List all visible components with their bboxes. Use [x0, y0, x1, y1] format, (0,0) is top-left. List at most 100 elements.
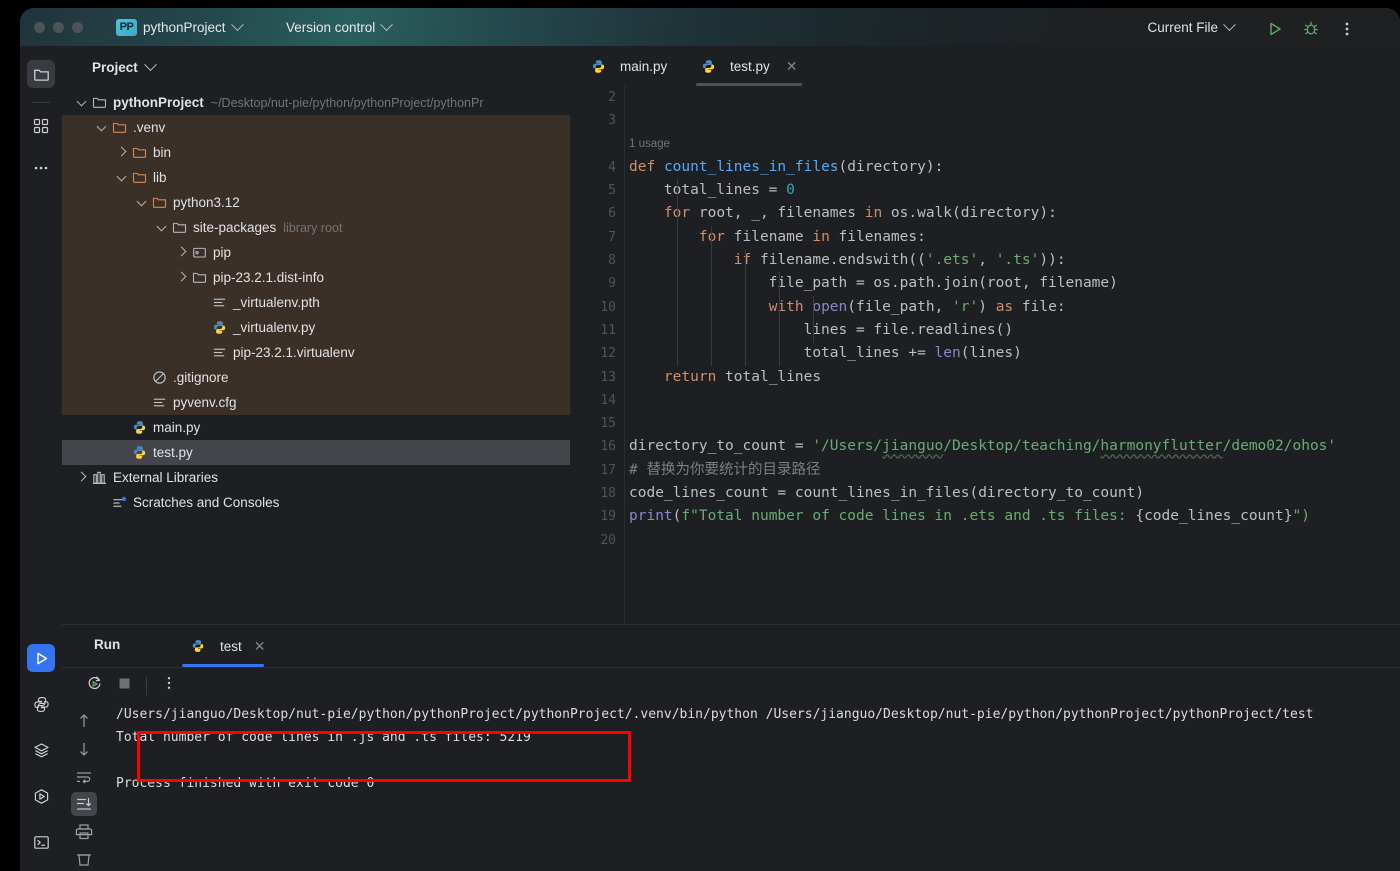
console-line: Process finished with exit code 0	[116, 776, 375, 791]
tree-item-label: External Libraries	[113, 470, 219, 485]
sidebar-item-python-packages[interactable]	[27, 690, 55, 718]
project-name-menu[interactable]: pythonProject	[143, 18, 244, 36]
tree-item--venv[interactable]: .venv	[62, 115, 570, 140]
text-file-icon	[211, 295, 227, 311]
scroll-down-icon[interactable]	[71, 737, 97, 761]
rail-divider	[32, 102, 50, 103]
sidebar-item-project[interactable]	[27, 60, 55, 88]
chevron-right-icon[interactable]	[176, 272, 187, 283]
chevron-down-icon[interactable]	[156, 222, 167, 233]
console-output[interactable]: /Users/jianguo/Desktop/nut-pie/python/py…	[106, 703, 1400, 871]
soft-wrap-icon[interactable]	[71, 765, 97, 789]
tree-spacer	[196, 347, 207, 358]
line-number: 5	[608, 183, 616, 199]
code-line: for root, _, filenames in os.walk(direct…	[664, 205, 1057, 222]
more-options-icon[interactable]	[1338, 20, 1356, 38]
stop-icon[interactable]	[117, 676, 132, 696]
chevron-down-icon[interactable]	[76, 97, 87, 108]
tree-item-pip-23-2-1-dist-info[interactable]: pip-23.2.1.dist-info	[62, 265, 570, 290]
tree-item-pip-23-2-1-virtualenv[interactable]: pip-23.2.1.virtualenv	[62, 340, 570, 365]
title-bar: PP pythonProject Version control Current…	[20, 8, 1400, 46]
print-icon[interactable]	[71, 820, 97, 844]
code-line: def count_lines_in_files(directory):	[629, 158, 944, 175]
tree-spacer	[136, 372, 147, 383]
run-configuration-label: Current File	[1147, 20, 1218, 35]
package-folder-icon	[191, 245, 207, 261]
tree-item-pythonproject[interactable]: pythonProject ~/Desktop/nut-pie/python/py…	[62, 90, 570, 115]
tree-item-label: .gitignore	[173, 370, 229, 385]
run-configuration-selector[interactable]: Current File	[1147, 18, 1236, 36]
clear-all-icon[interactable]	[71, 848, 97, 871]
sidebar-item-terminal[interactable]	[27, 828, 55, 856]
tree-item--gitignore[interactable]: .gitignore	[62, 365, 570, 390]
sidebar-item-services[interactable]	[27, 736, 55, 764]
more-options-icon[interactable]	[161, 675, 177, 696]
code-line: code_lines_count = count_lines_in_files(…	[629, 485, 1145, 502]
tree-item-scratches-and-consoles[interactable]: Scratches and Consoles	[62, 490, 570, 515]
chevron-down-icon	[380, 18, 394, 32]
line-number: 12	[600, 346, 616, 362]
project-panel-header[interactable]: Project	[62, 46, 570, 88]
editor-tab-label: test.py	[730, 58, 770, 74]
tree-item-label: test.py	[153, 445, 193, 460]
chevron-right-icon[interactable]	[76, 472, 87, 483]
line-number: 4	[608, 159, 616, 175]
minimize-window-button[interactable]	[53, 22, 64, 33]
chevron-down-icon[interactable]	[136, 197, 147, 208]
close-icon[interactable]: ✕	[254, 638, 266, 655]
tree-item-label: pyvenv.cfg	[173, 395, 237, 410]
python-file-icon	[131, 420, 147, 436]
scroll-up-icon[interactable]	[71, 709, 97, 733]
line-number: 3	[608, 113, 616, 129]
tree-item-note: ~/Desktop/nut-pie/python/pythonProject/p…	[210, 95, 484, 110]
debug-icon[interactable]	[1302, 20, 1320, 38]
tree-item-lib[interactable]: lib	[62, 165, 570, 190]
tree-item-label: bin	[153, 145, 172, 160]
close-window-button[interactable]	[34, 22, 45, 33]
folder-icon	[171, 220, 187, 236]
tree-item-bin[interactable]: bin	[62, 140, 570, 165]
chevron-down-icon[interactable]	[96, 122, 107, 133]
maximize-window-button[interactable]	[72, 22, 83, 33]
version-control-menu[interactable]: Version control	[286, 18, 394, 36]
sidebar-item-run[interactable]	[27, 644, 55, 672]
editor-tab-test-py[interactable]: test.py ✕	[688, 46, 810, 86]
tree-item-python3-12[interactable]: python3.12	[62, 190, 570, 215]
activity-rail	[20, 46, 62, 871]
tree-item-label: lib	[153, 170, 167, 185]
sidebar-item-structure[interactable]	[27, 112, 55, 140]
window-traffic-lights[interactable]	[34, 22, 83, 33]
tree-item--virtualenv-py[interactable]: _virtualenv.py	[62, 315, 570, 340]
project-tool-window: Project pythonProject ~/Desktop/nut-pie/p…	[62, 46, 570, 624]
code-lines: 1 usage def count_lines_in_files(director…	[625, 86, 1400, 552]
tree-item-external-libraries[interactable]: External Libraries	[62, 465, 570, 490]
chevron-right-icon[interactable]	[176, 247, 187, 258]
run-tab-test[interactable]: test ✕	[180, 625, 276, 667]
code-line: file_path = os.path.join(root, filename)	[629, 275, 1118, 292]
tree-item-pip[interactable]: pip	[62, 240, 570, 265]
editor-tab-bar[interactable]: main.py test.py ✕	[570, 46, 1400, 86]
tree-spacer	[116, 447, 127, 458]
chevron-down-icon[interactable]	[116, 172, 127, 183]
project-name-label: pythonProject	[143, 20, 226, 35]
code-editor[interactable]: 2 3 4 5 6 7 8 9 10 11 12 13 14 15 16 17 18 19 20 1 usage d…	[570, 86, 1400, 624]
tree-item-test-py[interactable]: test.py	[62, 440, 570, 465]
tree-item--virtualenv-pth[interactable]: _virtualenv.pth	[62, 290, 570, 315]
tree-spacer	[196, 297, 207, 308]
project-tree[interactable]: pythonProject ~/Desktop/nut-pie/python/py…	[62, 90, 570, 515]
code-content[interactable]: 1 usage def count_lines_in_files(director…	[624, 86, 1400, 624]
editor-tab-main-py[interactable]: main.py	[578, 46, 679, 86]
sidebar-item-run-anything[interactable]	[27, 782, 55, 810]
tree-item-pyvenv-cfg[interactable]: pyvenv.cfg	[62, 390, 570, 415]
rerun-icon[interactable]	[86, 675, 103, 697]
tree-item-main-py[interactable]: main.py	[62, 415, 570, 440]
usage-hint[interactable]: 1 usage	[625, 133, 1400, 156]
close-icon[interactable]: ✕	[786, 58, 798, 75]
tree-item-site-packages[interactable]: site-packages library root	[62, 215, 570, 240]
scroll-to-end-icon[interactable]	[71, 792, 97, 817]
chevron-right-icon[interactable]	[116, 147, 127, 158]
chevron-down-icon	[143, 57, 157, 71]
run-icon[interactable]	[1266, 20, 1284, 38]
sidebar-item-more-tools[interactable]	[27, 154, 55, 182]
